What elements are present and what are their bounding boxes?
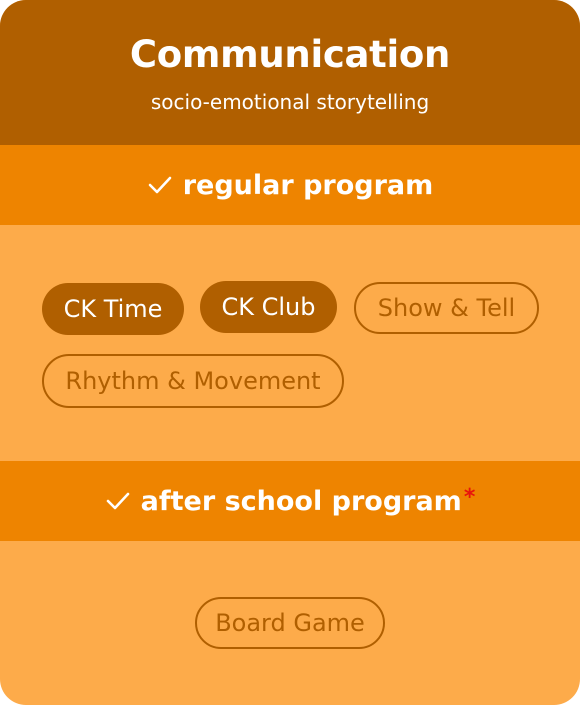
- chip-label: CK Time: [63, 295, 163, 323]
- chip-board-game[interactable]: Board Game: [195, 597, 385, 649]
- required-asterisk: *: [463, 485, 476, 510]
- chip-label: Show & Tell: [377, 294, 516, 322]
- card-subtitle: socio-emotional storytelling: [150, 90, 430, 114]
- program-card: Communication socio-emotional storytelli…: [0, 0, 580, 705]
- chip-show-and-tell[interactable]: Show & Tell: [354, 282, 539, 334]
- chip-ck-club[interactable]: CK Club: [200, 281, 337, 333]
- regular-program-header: regular program: [0, 145, 580, 225]
- checkmark-icon: [148, 176, 172, 194]
- chip-label: Board Game: [215, 609, 365, 637]
- chip-rhythm-and-movement[interactable]: Rhythm & Movement: [42, 354, 344, 408]
- chip-label: Rhythm & Movement: [65, 367, 321, 395]
- card-header: Communication socio-emotional storytelli…: [0, 0, 580, 145]
- after-school-program-label: after school program: [140, 485, 462, 517]
- checkmark-icon: [106, 492, 129, 510]
- after-school-program-header: after school program *: [0, 461, 580, 541]
- regular-program-label: regular program: [182, 169, 434, 201]
- chip-ck-time[interactable]: CK Time: [42, 283, 184, 335]
- chip-label: CK Club: [221, 293, 316, 321]
- card-title: Communication: [129, 33, 451, 76]
- regular-program-chips: CK Time CK Club Show & Tell Rhythm & Mov…: [0, 225, 580, 461]
- after-school-program-chips: Board Game: [0, 541, 580, 705]
